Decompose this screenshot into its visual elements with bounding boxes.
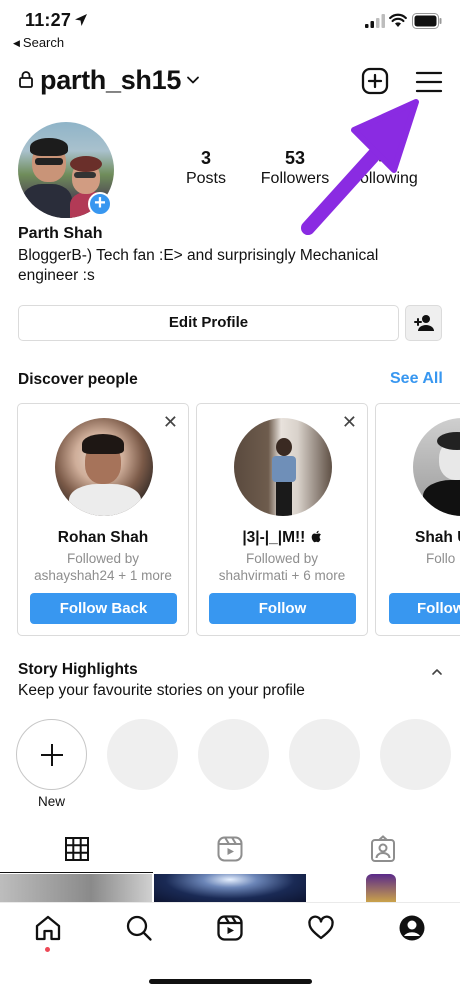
highlight-placeholder <box>107 719 178 790</box>
followed-by-users: shahvirmati + 6 more <box>218 568 346 583</box>
followed-by-label: Followed by <box>66 551 140 566</box>
posts-count[interactable]: 3 <box>180 148 232 169</box>
reels-nav-icon[interactable] <box>216 914 244 942</box>
suggestion-followed-by: Follo <box>426 550 460 567</box>
follow-back-button[interactable]: Follow Back <box>30 593 177 624</box>
follow-button[interactable]: Follow <box>209 593 356 624</box>
home-indicator-bar <box>149 979 312 984</box>
edit-profile-button[interactable]: Edit Profile <box>18 305 399 341</box>
grid-icon[interactable] <box>63 835 91 863</box>
chevron-up-icon[interactable] <box>430 667 444 677</box>
suggestion-card[interactable]: ✕ Rohan Shah Followed by ashayshah24 + 1… <box>17 403 189 636</box>
suggestion-name[interactable]: |3|-|_|M!! <box>197 529 367 547</box>
see-all-link[interactable]: See All <box>390 370 443 388</box>
suggestion-followed-by: Followed by ashayshah24 + 1 more <box>18 550 188 584</box>
apple-logo-icon <box>311 530 321 543</box>
followed-by-label: Followed by <box>245 551 319 566</box>
status-time: 11:27 <box>25 10 72 30</box>
profile-full-name: Parth Shah <box>18 225 103 242</box>
follow-button[interactable]: Follow <box>389 593 460 624</box>
highlight-placeholder <box>380 719 451 790</box>
add-person-icon <box>414 315 434 331</box>
posts-label[interactable]: Posts <box>180 170 232 188</box>
discover-people-title: Discover people <box>18 371 138 388</box>
suggestion-avatar[interactable] <box>413 418 460 516</box>
followed-by-users: ashayshah24 + 1 more <box>34 568 172 583</box>
suggestion-name[interactable]: Rohan Shah <box>18 529 188 547</box>
highlight-placeholder <box>289 719 360 790</box>
back-search-label: Search <box>22 35 65 50</box>
home-notification-dot <box>45 947 50 952</box>
suggestion-name-text: |3|-|_|M!! <box>242 529 310 546</box>
suggestion-card[interactable]: ✕ |3|-|_|M!! Followed by shahvirmati + 6… <box>196 403 368 636</box>
followed-by-label: Follo <box>426 551 456 566</box>
story-highlights-title: Story Highlights <box>18 661 138 678</box>
suggestion-name[interactable]: Shah U <box>415 529 460 547</box>
chevron-down-icon[interactable] <box>186 73 200 87</box>
story-highlights-subtitle: Keep your favourite stories on your prof… <box>18 682 305 699</box>
annotation-arrow-icon <box>301 99 419 235</box>
location-arrow-icon <box>75 14 87 26</box>
active-tab-indicator <box>0 872 153 873</box>
new-highlight-label: New <box>37 794 65 809</box>
close-icon[interactable]: ✕ <box>163 412 178 433</box>
new-highlight-button[interactable] <box>16 719 87 790</box>
lock-icon <box>19 71 33 88</box>
suggestion-followed-by: Followed by shahvirmati + 6 more <box>197 550 367 584</box>
close-icon[interactable]: ✕ <box>342 412 357 433</box>
status-bar: 11:27 ◀ Search <box>0 0 460 56</box>
post-thumbnail[interactable] <box>154 874 306 902</box>
reels-icon[interactable] <box>216 835 244 863</box>
profile-username-switcher[interactable]: parth_sh15 <box>40 65 181 96</box>
suggestion-card[interactable]: Shah U Follo Follow <box>375 403 460 636</box>
search-icon[interactable] <box>125 914 153 942</box>
back-to-search-link[interactable]: ◀ Search <box>13 35 64 50</box>
post-thumbnail[interactable] <box>308 874 460 902</box>
tagged-icon[interactable] <box>369 835 397 863</box>
add-story-plus-icon[interactable]: + <box>88 192 112 216</box>
suggestion-avatar[interactable] <box>55 418 153 516</box>
heart-icon[interactable] <box>307 914 335 942</box>
discover-people-button[interactable] <box>405 305 442 341</box>
battery-icon <box>412 13 442 29</box>
highlight-placeholder <box>198 719 269 790</box>
back-triangle-icon: ◀ <box>13 38 20 48</box>
cellular-signal-icon <box>365 14 385 28</box>
suggestion-avatar[interactable] <box>234 418 332 516</box>
profile-icon[interactable] <box>398 914 426 942</box>
wifi-icon <box>389 13 407 27</box>
post-thumbnail[interactable] <box>0 874 152 902</box>
profile-bio: BloggerB-) Tech fan :E> and surprisingly… <box>18 247 379 284</box>
home-icon[interactable] <box>34 914 62 942</box>
